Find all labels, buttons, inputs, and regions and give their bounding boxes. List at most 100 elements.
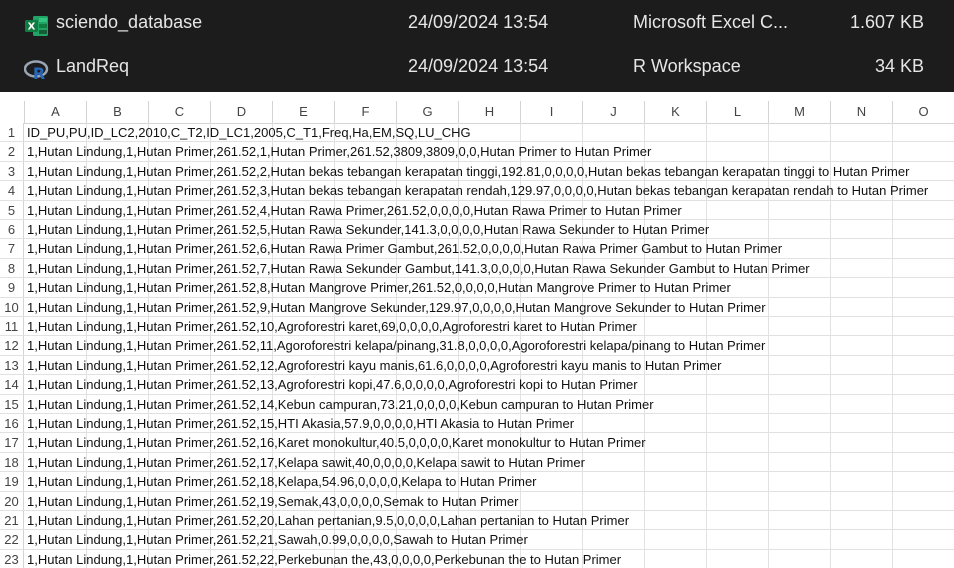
table-row[interactable]: 21 1,Hutan Lindung,1,Hutan Primer,261.52,… bbox=[0, 511, 954, 531]
table-row[interactable]: 19 1,Hutan Lindung,1,Hutan Primer,261.52,… bbox=[0, 472, 954, 492]
svg-text:X: X bbox=[28, 22, 36, 33]
row-header[interactable]: 6 bbox=[0, 220, 24, 239]
table-row[interactable]: 7 1,Hutan Lindung,1,Hutan Primer,261.52,6… bbox=[0, 239, 954, 259]
table-row[interactable]: 22 1,Hutan Lindung,1,Hutan Primer,261.52,… bbox=[0, 530, 954, 550]
table-row[interactable]: 11 1,Hutan Lindung,1,Hutan Primer,261.52,… bbox=[0, 317, 954, 337]
row-header[interactable]: 18 bbox=[0, 452, 24, 472]
file-row-landreq[interactable]: R LandReq 24/09/2024 13:54 R Workspace 3… bbox=[0, 44, 954, 88]
row-header[interactable]: 23 bbox=[0, 549, 24, 568]
cell-a[interactable]: 1,Hutan Lindung,1,Hutan Primer,261.52,2,… bbox=[27, 162, 909, 180]
file-date-modified: 24/09/2024 13:54 bbox=[408, 12, 549, 32]
select-all-corner[interactable] bbox=[0, 101, 25, 123]
column-header-f[interactable]: F bbox=[335, 101, 397, 123]
file-row-sciendo-database[interactable]: X sciendo_database 24/09/2024 13:54 Micr… bbox=[0, 0, 954, 44]
row-header[interactable]: 11 bbox=[0, 317, 24, 336]
column-header-h[interactable]: H bbox=[459, 101, 521, 123]
cell-a[interactable]: 1,Hutan Lindung,1,Hutan Primer,261.52,20… bbox=[27, 511, 629, 529]
svg-text:R: R bbox=[33, 64, 45, 82]
table-row[interactable]: 9 1,Hutan Lindung,1,Hutan Primer,261.52,8… bbox=[0, 278, 954, 298]
cell-a[interactable]: 1,Hutan Lindung,1,Hutan Primer,261.52,9,… bbox=[27, 298, 766, 316]
table-row[interactable]: 1 ID_PU,PU,ID_LC2,2010,C_T2,ID_LC1,2005,C… bbox=[0, 123, 954, 143]
file-size: 1.607 KB bbox=[849, 12, 924, 32]
row-header[interactable]: 14 bbox=[0, 375, 24, 394]
spreadsheet-grid[interactable]: ABCDEFGHIJKLMNO 1 ID_PU,PU,ID_LC2,2010,C_… bbox=[0, 101, 954, 568]
cell-a[interactable]: ID_PU,PU,ID_LC2,2010,C_T2,ID_LC1,2005,C_… bbox=[27, 123, 471, 141]
row-header[interactable]: 15 bbox=[0, 394, 24, 413]
table-row[interactable]: 6 1,Hutan Lindung,1,Hutan Primer,261.52,5… bbox=[0, 220, 954, 240]
column-header-g[interactable]: G bbox=[397, 101, 459, 123]
row-header[interactable]: 2 bbox=[0, 142, 24, 161]
column-header-a[interactable]: A bbox=[25, 101, 87, 123]
cell-a[interactable]: 1,Hutan Lindung,1,Hutan Primer,261.52,7,… bbox=[27, 259, 810, 277]
table-row[interactable]: 2 1,Hutan Lindung,1,Hutan Primer,261.52,1… bbox=[0, 142, 954, 162]
row-header[interactable]: 7 bbox=[0, 239, 24, 258]
column-header-n[interactable]: N bbox=[831, 101, 893, 123]
column-header-l[interactable]: L bbox=[707, 101, 769, 123]
column-header-j[interactable]: J bbox=[583, 101, 645, 123]
row-header[interactable]: 20 bbox=[0, 491, 24, 510]
separator bbox=[0, 92, 954, 101]
file-name: LandReq bbox=[56, 56, 130, 76]
cell-a[interactable]: 1,Hutan Lindung,1,Hutan Primer,261.52,15… bbox=[27, 414, 574, 432]
cell-a[interactable]: 1,Hutan Lindung,1,Hutan Primer,261.52,21… bbox=[27, 530, 528, 548]
row-header[interactable]: 21 bbox=[0, 511, 24, 530]
row-header[interactable]: 12 bbox=[0, 336, 24, 355]
excel-icon: X bbox=[24, 10, 50, 36]
cell-a[interactable]: 1,Hutan Lindung,1,Hutan Primer,261.52,18… bbox=[27, 472, 537, 490]
r-workspace-icon: R bbox=[23, 54, 50, 83]
cell-a[interactable]: 1,Hutan Lindung,1,Hutan Primer,261.52,13… bbox=[27, 375, 638, 393]
cell-a[interactable]: 1,Hutan Lindung,1,Hutan Primer,261.52,19… bbox=[27, 492, 518, 510]
column-header-b[interactable]: B bbox=[87, 101, 149, 123]
row-header[interactable]: 9 bbox=[0, 278, 24, 297]
row-header[interactable]: 17 bbox=[0, 433, 24, 452]
table-row[interactable]: 12 1,Hutan Lindung,1,Hutan Primer,261.52,… bbox=[0, 336, 954, 356]
table-row[interactable]: 17 1,Hutan Lindung,1,Hutan Primer,261.52,… bbox=[0, 433, 954, 453]
row-header[interactable]: 10 bbox=[0, 297, 24, 316]
row-header[interactable]: 4 bbox=[0, 181, 24, 200]
cell-a[interactable]: 1,Hutan Lindung,1,Hutan Primer,261.52,22… bbox=[27, 550, 621, 568]
row-header[interactable]: 5 bbox=[0, 200, 24, 219]
cell-a[interactable]: 1,Hutan Lindung,1,Hutan Primer,261.52,17… bbox=[27, 453, 585, 471]
file-date-modified: 24/09/2024 13:54 bbox=[408, 56, 549, 76]
table-row[interactable]: 14 1,Hutan Lindung,1,Hutan Primer,261.52,… bbox=[0, 375, 954, 395]
table-row[interactable]: 23 1,Hutan Lindung,1,Hutan Primer,261.52,… bbox=[0, 549, 954, 568]
column-header-d[interactable]: D bbox=[211, 101, 273, 123]
file-type: Microsoft Excel C... bbox=[633, 12, 789, 32]
column-header-e[interactable]: E bbox=[273, 101, 335, 123]
table-row[interactable]: 10 1,Hutan Lindung,1,Hutan Primer,261.52,… bbox=[0, 297, 954, 317]
cell-a[interactable]: 1,Hutan Lindung,1,Hutan Primer,261.52,11… bbox=[27, 336, 765, 354]
cell-a[interactable]: 1,Hutan Lindung,1,Hutan Primer,261.52,3,… bbox=[27, 181, 928, 199]
column-header-i[interactable]: I bbox=[521, 101, 583, 123]
row-header[interactable]: 13 bbox=[0, 355, 24, 375]
cell-a[interactable]: 1,Hutan Lindung,1,Hutan Primer,261.52,4,… bbox=[27, 201, 682, 219]
cell-a[interactable]: 1,Hutan Lindung,1,Hutan Primer,261.52,1,… bbox=[27, 142, 651, 160]
table-row[interactable]: 13 1,Hutan Lindung,1,Hutan Primer,261.52,… bbox=[0, 355, 954, 376]
cell-a[interactable]: 1,Hutan Lindung,1,Hutan Primer,261.52,6,… bbox=[27, 239, 782, 257]
column-header-o[interactable]: O bbox=[893, 101, 954, 123]
file-explorer-list: X sciendo_database 24/09/2024 13:54 Micr… bbox=[0, 0, 954, 92]
table-row[interactable]: 15 1,Hutan Lindung,1,Hutan Primer,261.52,… bbox=[0, 394, 954, 414]
cell-a[interactable]: 1,Hutan Lindung,1,Hutan Primer,261.52,12… bbox=[27, 356, 721, 374]
table-row[interactable]: 4 1,Hutan Lindung,1,Hutan Primer,261.52,3… bbox=[0, 181, 954, 201]
table-row[interactable]: 18 1,Hutan Lindung,1,Hutan Primer,261.52,… bbox=[0, 452, 954, 473]
row-header[interactable]: 1 bbox=[0, 123, 24, 142]
column-header-m[interactable]: M bbox=[769, 101, 831, 123]
column-header-bar: ABCDEFGHIJKLMNO bbox=[0, 101, 954, 124]
table-row[interactable]: 20 1,Hutan Lindung,1,Hutan Primer,261.52,… bbox=[0, 491, 954, 511]
row-header[interactable]: 16 bbox=[0, 414, 24, 433]
cell-a[interactable]: 1,Hutan Lindung,1,Hutan Primer,261.52,8,… bbox=[27, 278, 731, 296]
column-header-k[interactable]: K bbox=[645, 101, 707, 123]
table-row[interactable]: 5 1,Hutan Lindung,1,Hutan Primer,261.52,4… bbox=[0, 200, 954, 220]
row-header[interactable]: 22 bbox=[0, 530, 24, 549]
cell-a[interactable]: 1,Hutan Lindung,1,Hutan Primer,261.52,5,… bbox=[27, 220, 709, 238]
row-header[interactable]: 8 bbox=[0, 258, 24, 278]
row-header[interactable]: 3 bbox=[0, 161, 24, 181]
cell-a[interactable]: 1,Hutan Lindung,1,Hutan Primer,261.52,10… bbox=[27, 317, 637, 335]
cell-a[interactable]: 1,Hutan Lindung,1,Hutan Primer,261.52,16… bbox=[27, 433, 646, 451]
cell-a[interactable]: 1,Hutan Lindung,1,Hutan Primer,261.52,14… bbox=[27, 395, 654, 413]
table-row[interactable]: 16 1,Hutan Lindung,1,Hutan Primer,261.52,… bbox=[0, 414, 954, 434]
row-header[interactable]: 19 bbox=[0, 472, 24, 491]
column-header-c[interactable]: C bbox=[149, 101, 211, 123]
table-row[interactable]: 8 1,Hutan Lindung,1,Hutan Primer,261.52,7… bbox=[0, 258, 954, 279]
table-row[interactable]: 3 1,Hutan Lindung,1,Hutan Primer,261.52,2… bbox=[0, 161, 954, 182]
